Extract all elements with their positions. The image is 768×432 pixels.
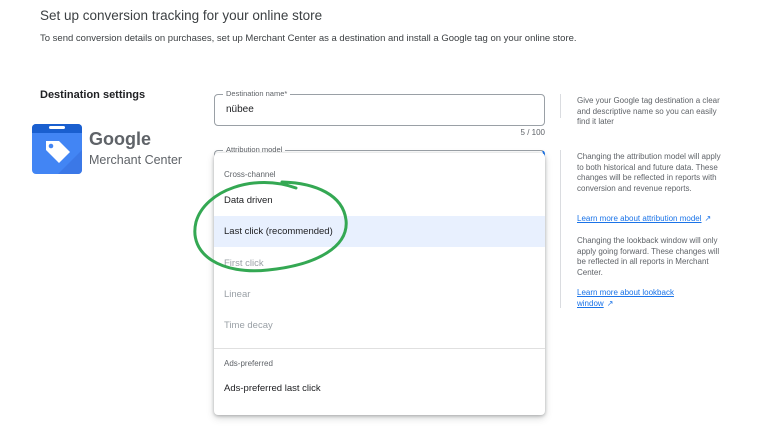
attribution-model-menu: Cross-channel Data driven Last click (re…: [214, 153, 545, 415]
character-count: 5 / 100: [520, 128, 545, 137]
lookback-learn-more-link[interactable]: Learn more about lookback window ↗: [577, 288, 697, 309]
page-subtitle: To send conversion details on purchases,…: [40, 33, 577, 44]
logo-product: Merchant Center: [89, 153, 183, 167]
menu-group-label: Cross-channel: [224, 170, 276, 179]
menu-divider: [214, 348, 545, 349]
merchant-center-tag-icon: [32, 124, 82, 174]
external-link-icon: ↗: [704, 214, 712, 223]
help-divider: [560, 150, 561, 308]
attribution-learn-more-link[interactable]: Learn more about attribution model ↗: [577, 214, 727, 225]
help-divider: [560, 94, 561, 118]
merchant-center-logo: Google Merchant Center: [32, 124, 192, 178]
menu-item-last-click[interactable]: Last click (recommended): [214, 216, 545, 247]
lookback-help: Changing the lookback window will only a…: [577, 236, 720, 277]
destination-name-help: Give your Google tag destination a clear…: [577, 96, 720, 126]
menu-item-time-decay: Time decay: [224, 320, 273, 331]
menu-group-label: Ads-preferred: [224, 359, 273, 368]
destination-name-label: Destination name*: [223, 88, 291, 100]
menu-item-first-click: First click: [224, 258, 264, 269]
menu-item-data-driven[interactable]: Data driven: [214, 185, 545, 216]
menu-item-ads-preferred-last-click[interactable]: Ads-preferred last click: [214, 373, 545, 404]
logo-brand: Google: [89, 129, 151, 149]
attribution-help: Changing the attribution model will appl…: [577, 152, 721, 193]
destination-name-value[interactable]: nübee: [226, 104, 254, 115]
lookback-learn-more-label: Learn more about lookback window: [577, 288, 674, 308]
menu-item-linear: Linear: [224, 289, 251, 300]
attribution-learn-more-label: Learn more about attribution model: [577, 214, 702, 223]
section-title: Destination settings: [40, 89, 146, 101]
destination-name-field[interactable]: Destination name* nübee: [214, 88, 545, 126]
external-link-icon: ↗: [606, 298, 614, 308]
page-title: Set up conversion tracking for your onli…: [40, 8, 323, 23]
